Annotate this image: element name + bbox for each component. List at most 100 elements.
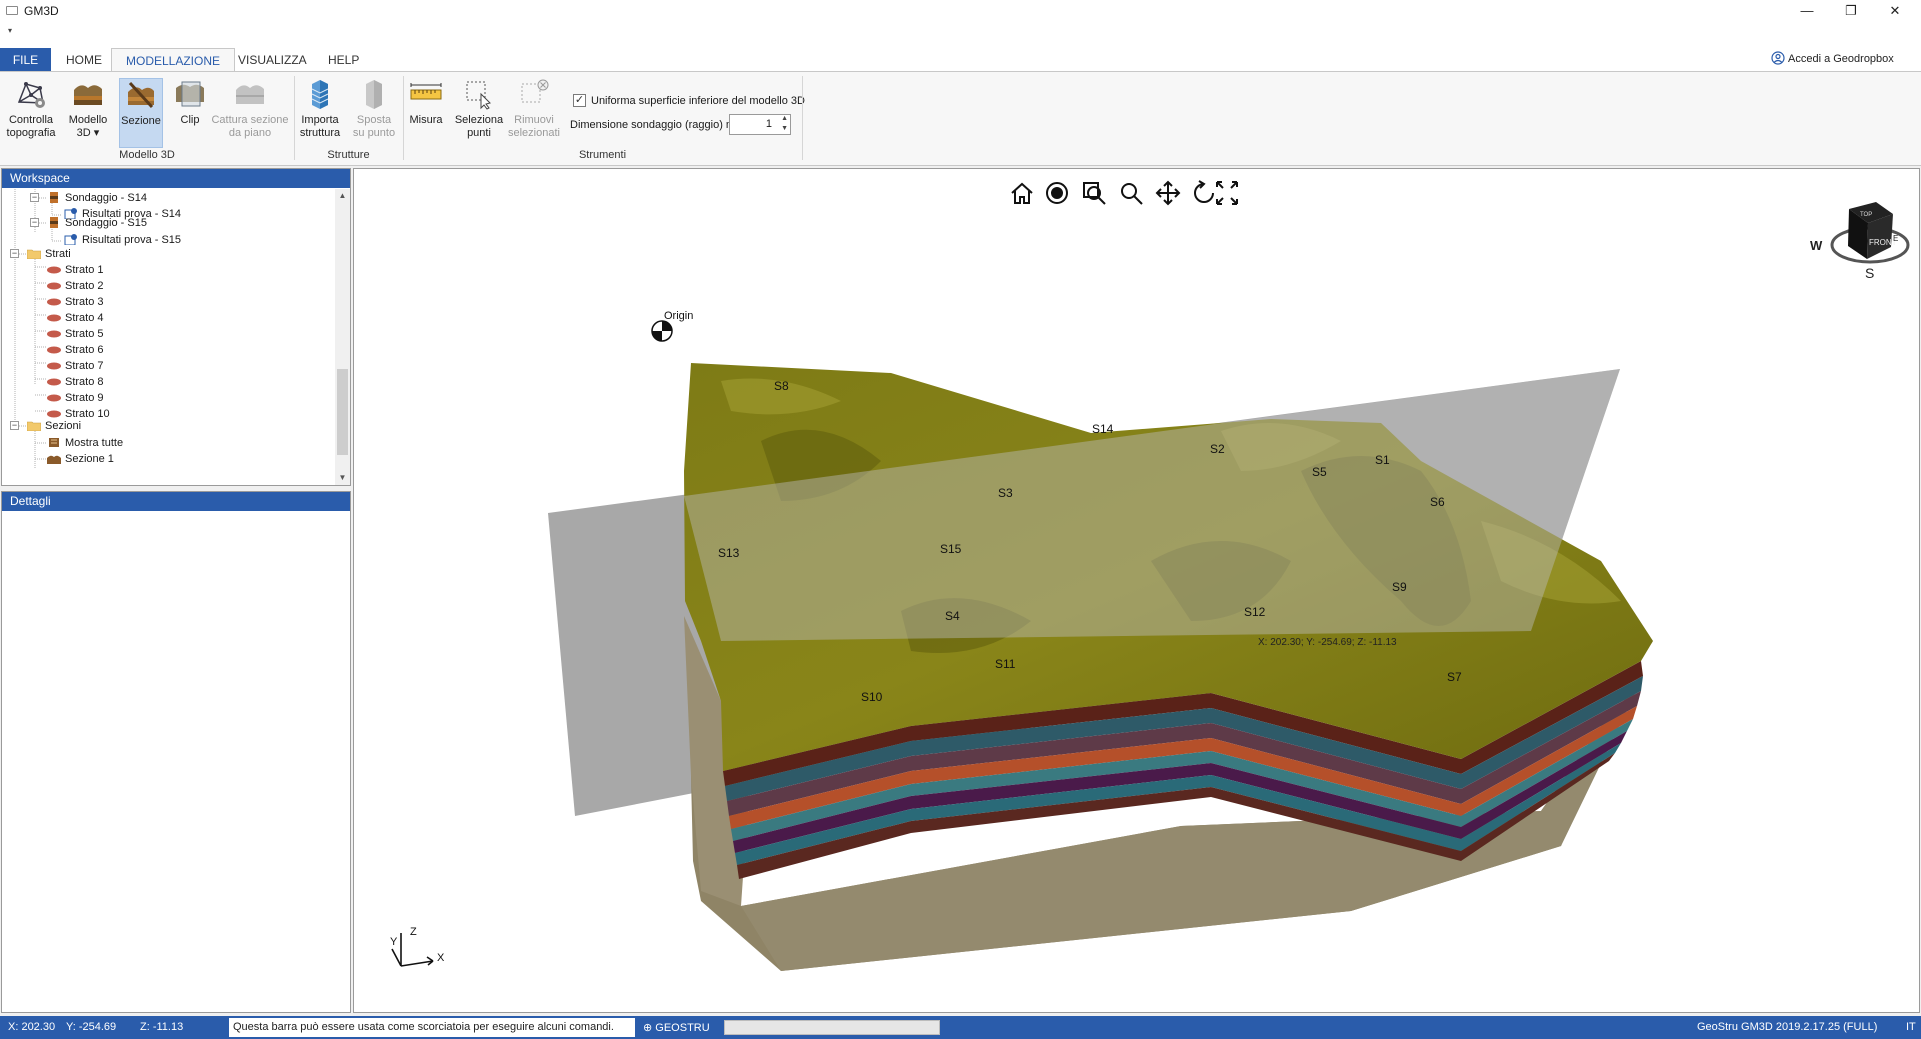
collapse-s15-icon[interactable]: − bbox=[30, 218, 39, 227]
uniforma-checkbox[interactable]: ✓ bbox=[573, 94, 586, 107]
sposta-su-punto-button[interactable]: Sposta su punto bbox=[350, 78, 398, 148]
scroll-up-icon[interactable]: ▲ bbox=[335, 189, 350, 203]
collapse-strati-icon[interactable]: − bbox=[10, 249, 19, 258]
select-points-icon bbox=[466, 81, 491, 110]
restore-button[interactable]: ❐ bbox=[1828, 0, 1874, 22]
axis-y-label: Y bbox=[390, 936, 398, 948]
quick-access-dropdown-icon[interactable]: ▾ bbox=[8, 26, 12, 35]
rimuovi-selezionati-button[interactable]: Rimuovi selezionati bbox=[506, 78, 562, 148]
fit-all-icon[interactable] bbox=[1216, 181, 1238, 205]
importa-struttura-button[interactable]: Importa struttura bbox=[298, 78, 342, 148]
sezione-button[interactable]: Sezione bbox=[119, 78, 163, 148]
tree-item-sondaggio-s14[interactable]: Sondaggio - S14 bbox=[47, 190, 147, 206]
misura-label: Misura bbox=[409, 114, 443, 126]
stepper-down-icon[interactable]: ▼ bbox=[781, 125, 788, 132]
tab-visualizza[interactable]: VISUALIZZA bbox=[224, 48, 321, 72]
cursor-coordinate-readout: X: 202.30; Y: -254.69; Z: -11.13 bbox=[1258, 637, 1397, 648]
tree-item-strato-3[interactable]: Strato 3 bbox=[47, 294, 104, 310]
tree-item-strato-9[interactable]: Strato 9 bbox=[47, 390, 104, 406]
tree-item-mostra-tutte[interactable]: Mostra tutte bbox=[47, 435, 123, 451]
zoom-icon[interactable] bbox=[1121, 183, 1143, 205]
borehole-label-s13[interactable]: S13 bbox=[718, 546, 740, 560]
dimensione-stepper[interactable]: 1 ▲ ▼ bbox=[729, 114, 791, 135]
tree-item-strati[interactable]: Strati bbox=[27, 246, 71, 262]
minimize-button[interactable]: — bbox=[1784, 0, 1830, 22]
language-indicator[interactable]: IT bbox=[1906, 1021, 1916, 1033]
controlla-topografia-button[interactable]: Controlla topografia bbox=[4, 78, 58, 148]
geostru-link[interactable]: ⊕ GEOSTRU bbox=[643, 1021, 710, 1034]
tree-item-strato-6[interactable]: Strato 6 bbox=[47, 342, 104, 358]
compass-south[interactable]: S bbox=[1865, 265, 1874, 281]
borehole-label-s5[interactable]: S5 bbox=[1312, 465, 1327, 479]
tab-file[interactable]: FILE bbox=[0, 48, 51, 72]
tab-home[interactable]: HOME bbox=[52, 48, 116, 72]
geodropbox-login-link[interactable]: Accedi a Geodropbox bbox=[1771, 51, 1894, 65]
tree-item-sezione-1[interactable]: Sezione 1 bbox=[47, 451, 114, 467]
3d-viewport[interactable]: S8 S14 S2 S5 S1 S6 S3 S15 S13 S9 S12 S4 … bbox=[353, 168, 1920, 1013]
collapse-sezioni-icon[interactable]: − bbox=[10, 421, 19, 430]
3d-scene[interactable]: S8 S14 S2 S5 S1 S6 S3 S15 S13 S9 S12 S4 … bbox=[354, 169, 1920, 1013]
compass-east[interactable]: E bbox=[1893, 234, 1898, 243]
borehole-label-s2[interactable]: S2 bbox=[1210, 442, 1225, 456]
seleziona-punti-button[interactable]: Seleziona punti bbox=[452, 78, 506, 148]
borehole-label-s9[interactable]: S9 bbox=[1392, 580, 1407, 594]
borehole-label-s15[interactable]: S15 bbox=[940, 542, 962, 556]
borehole-label-s6[interactable]: S6 bbox=[1430, 495, 1445, 509]
tree-item-label: Strato 8 bbox=[65, 376, 104, 388]
tree-item-risultati-s15[interactable]: Risultati prova - S15 bbox=[64, 232, 181, 248]
view-cube-top[interactable]: TOP bbox=[1860, 212, 1872, 218]
dimensione-label: Dimensione sondaggio (raggio) m bbox=[570, 119, 736, 131]
cattura-sezione-button[interactable]: Cattura sezione da piano bbox=[210, 78, 290, 148]
rotate-icon[interactable] bbox=[1194, 180, 1214, 203]
tree-item-sezioni[interactable]: Sezioni bbox=[27, 418, 81, 434]
borehole-label-s1[interactable]: S1 bbox=[1375, 453, 1390, 467]
tab-help[interactable]: HELP bbox=[314, 48, 373, 72]
tree-item-strato-8[interactable]: Strato 8 bbox=[47, 374, 104, 390]
borehole-label-s4[interactable]: S4 bbox=[945, 609, 960, 623]
tree-item-strato-4[interactable]: Strato 4 bbox=[47, 310, 104, 326]
section-icon bbox=[128, 81, 154, 109]
scrollbar-thumb[interactable] bbox=[337, 369, 348, 455]
misura-button[interactable]: Misura bbox=[406, 78, 446, 148]
layer-icon bbox=[47, 394, 61, 402]
tree-item-label: Mostra tutte bbox=[65, 437, 124, 449]
tree-item-label: Risultati prova - S15 bbox=[82, 234, 182, 246]
modello-label-1: Modello bbox=[68, 114, 108, 126]
ribbon-separator bbox=[802, 76, 803, 160]
modello-3d-button[interactable]: Modello 3D ▾ bbox=[64, 78, 112, 148]
workspace-header: Workspace bbox=[2, 169, 350, 188]
tree-item-label: Strati bbox=[45, 248, 71, 260]
tab-modellazione[interactable]: MODELLAZIONE bbox=[111, 48, 236, 73]
borehole-label-s7[interactable]: S7 bbox=[1447, 670, 1462, 684]
borehole-label-s3[interactable]: S3 bbox=[998, 486, 1013, 500]
tree-item-sondaggio-s15[interactable]: Sondaggio - S15 bbox=[47, 215, 147, 231]
tree-item-strato-7[interactable]: Strato 7 bbox=[47, 358, 104, 374]
workspace-panel: Workspace − − − − Sondaggio - S14 Risult… bbox=[1, 168, 351, 486]
view-cube[interactable]: TOP FRONT W S E bbox=[1810, 202, 1910, 281]
borehole-label-s11[interactable]: S11 bbox=[995, 657, 1016, 671]
command-input[interactable]: Questa barra può essere usata come scorc… bbox=[229, 1018, 635, 1037]
importa-label-1: Importa bbox=[301, 114, 339, 126]
borehole-label-s14[interactable]: S14 bbox=[1092, 422, 1114, 436]
stepper-up-icon[interactable]: ▲ bbox=[781, 115, 788, 122]
pan-icon[interactable] bbox=[1155, 180, 1181, 206]
tree-item-label: Strato 1 bbox=[65, 264, 104, 276]
section-icon bbox=[47, 455, 61, 464]
clip-button[interactable]: Clip bbox=[170, 78, 210, 148]
tree-item-strato-2[interactable]: Strato 2 bbox=[47, 278, 104, 294]
layer-icon bbox=[47, 298, 61, 306]
collapse-s14-icon[interactable]: − bbox=[30, 193, 39, 202]
home-view-icon[interactable] bbox=[1011, 182, 1033, 204]
scroll-down-icon[interactable]: ▼ bbox=[335, 471, 350, 485]
layer-icon bbox=[47, 346, 61, 354]
borehole-label-s12[interactable]: S12 bbox=[1244, 605, 1266, 619]
tree-item-strato-1[interactable]: Strato 1 bbox=[47, 262, 104, 278]
tree-item-strato-5[interactable]: Strato 5 bbox=[47, 326, 104, 342]
orbit-icon[interactable] bbox=[1046, 182, 1068, 204]
borehole-label-s10[interactable]: S10 bbox=[861, 690, 883, 704]
close-button[interactable]: ✕ bbox=[1872, 0, 1918, 22]
borehole-label-s8[interactable]: S8 bbox=[774, 379, 789, 393]
workspace-scrollbar[interactable]: ▲ ▼ bbox=[335, 189, 350, 485]
zoom-window-icon[interactable] bbox=[1083, 182, 1106, 205]
compass-west[interactable]: W bbox=[1810, 238, 1823, 253]
